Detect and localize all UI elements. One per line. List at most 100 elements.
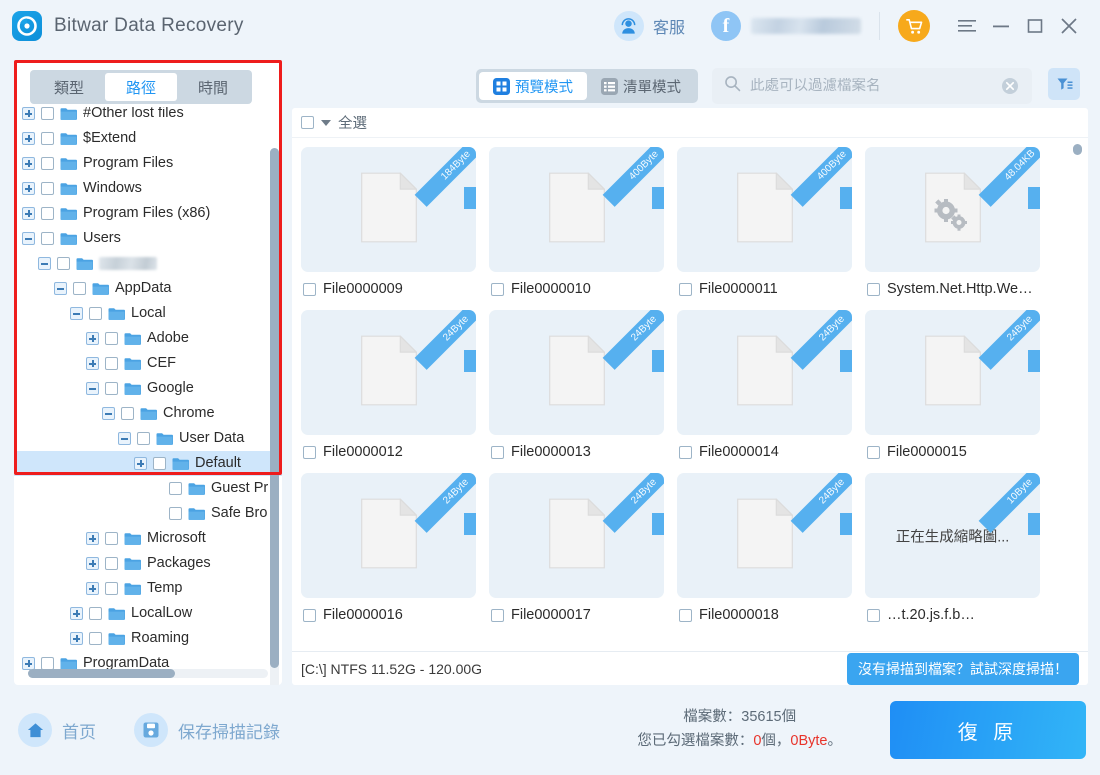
file-checkbox[interactable] <box>303 445 316 459</box>
tree-row-checkbox[interactable] <box>105 332 118 345</box>
tree-row-checkbox[interactable] <box>105 557 118 570</box>
file-thumbnail-card[interactable]: 400Byte <box>489 147 664 272</box>
preview-mode-button[interactable]: 預覽模式 <box>479 72 587 100</box>
customer-support-button[interactable]: 客服 <box>613 11 685 41</box>
facebook-account-button[interactable]: f <box>711 11 861 41</box>
tree-row[interactable]: Safe Bro <box>14 501 282 526</box>
tree-row-checkbox[interactable] <box>89 632 102 645</box>
tree-row[interactable]: Microsoft <box>14 526 282 551</box>
file-checkbox[interactable] <box>491 282 504 296</box>
clear-circle-icon[interactable] <box>1000 76 1020 96</box>
list-mode-button[interactable]: 清單模式 <box>587 72 695 100</box>
expand-plus-icon[interactable] <box>70 607 83 620</box>
expand-plus-icon[interactable] <box>22 107 35 120</box>
file-thumbnail-card[interactable]: 24Byte <box>865 310 1040 435</box>
expand-plus-icon[interactable] <box>86 357 99 370</box>
shopping-cart-icon[interactable] <box>898 10 930 42</box>
tree-row[interactable]: Program Files <box>14 151 282 176</box>
select-all-checkbox[interactable] <box>301 116 314 129</box>
file-thumbnail-card[interactable]: 24Byte <box>489 473 664 598</box>
tree-row[interactable]: Windows <box>14 176 282 201</box>
tree-row[interactable]: AppData <box>14 276 282 301</box>
tree-row-checkbox[interactable] <box>105 532 118 545</box>
tree-row-checkbox[interactable] <box>153 457 166 470</box>
file-thumbnail-card[interactable]: 24Byte <box>489 310 664 435</box>
file-checkbox[interactable] <box>679 445 692 459</box>
tree-row[interactable]: Local <box>14 301 282 326</box>
file-thumbnail-card[interactable]: 24Byte <box>301 473 476 598</box>
file-grid-scroll-area[interactable]: 184Byte File0000009 400Byte File0000010 400B… <box>292 139 1088 651</box>
tab-time[interactable]: 時間 <box>177 73 249 101</box>
tree-row[interactable]: Packages <box>14 551 282 576</box>
expand-plus-icon[interactable] <box>22 207 35 220</box>
folder-tree[interactable]: #Other lost files $Extend Program Files Win… <box>14 107 282 675</box>
tree-row[interactable]: Program Files (x86) <box>14 201 282 226</box>
search-input[interactable] <box>750 78 1000 94</box>
maximize-icon[interactable] <box>1018 10 1052 42</box>
tree-row-checkbox[interactable] <box>73 282 86 295</box>
collapse-minus-icon[interactable] <box>118 432 131 445</box>
tree-row[interactable]: Default <box>14 451 282 476</box>
sidebar-vertical-scrollbar[interactable] <box>270 148 279 685</box>
minimize-icon[interactable] <box>984 10 1018 42</box>
file-grid-scrollbar[interactable] <box>1073 144 1082 644</box>
expand-plus-icon[interactable] <box>22 157 35 170</box>
tree-row[interactable] <box>14 251 282 276</box>
tree-row-checkbox[interactable] <box>105 382 118 395</box>
expand-plus-icon[interactable] <box>134 457 147 470</box>
tree-row[interactable]: LocalLow <box>14 601 282 626</box>
file-checkbox[interactable] <box>303 282 316 296</box>
tree-row-checkbox[interactable] <box>105 357 118 370</box>
tree-row[interactable]: Google <box>14 376 282 401</box>
collapse-minus-icon[interactable] <box>86 382 99 395</box>
tree-row[interactable]: Chrome <box>14 401 282 426</box>
tree-row[interactable]: Temp <box>14 576 282 601</box>
collapse-minus-icon[interactable] <box>22 232 35 245</box>
tree-row[interactable]: Roaming <box>14 626 282 651</box>
file-checkbox[interactable] <box>867 608 880 622</box>
tree-row[interactable]: #Other lost files <box>14 107 282 126</box>
tree-row[interactable]: CEF <box>14 351 282 376</box>
tree-row-checkbox[interactable] <box>89 307 102 320</box>
tab-path[interactable]: 路徑 <box>105 73 177 101</box>
expand-plus-icon[interactable] <box>86 532 99 545</box>
file-thumbnail-card[interactable]: 184Byte <box>301 147 476 272</box>
file-thumbnail-card[interactable]: 正在生成縮略圖... 10Byte <box>865 473 1040 598</box>
tree-row-checkbox[interactable] <box>169 507 182 520</box>
tree-row[interactable]: $Extend <box>14 126 282 151</box>
tree-row-checkbox[interactable] <box>89 607 102 620</box>
tree-row-checkbox[interactable] <box>169 482 182 495</box>
tree-row-checkbox[interactable] <box>137 432 150 445</box>
file-checkbox[interactable] <box>303 608 316 622</box>
expand-plus-icon[interactable] <box>70 632 83 645</box>
file-checkbox[interactable] <box>679 608 692 622</box>
tree-row-checkbox[interactable] <box>41 182 54 195</box>
scrollbar-thumb[interactable] <box>270 148 279 668</box>
scrollbar-thumb[interactable] <box>28 669 175 678</box>
file-thumbnail-card[interactable]: 24Byte <box>677 310 852 435</box>
sidebar-horizontal-scrollbar[interactable] <box>28 669 268 678</box>
expand-plus-icon[interactable] <box>22 182 35 195</box>
expand-plus-icon[interactable] <box>22 132 35 145</box>
tree-row-checkbox[interactable] <box>105 582 118 595</box>
tree-row[interactable]: Adobe <box>14 326 282 351</box>
tree-row-checkbox[interactable] <box>41 232 54 245</box>
scrollbar-thumb[interactable] <box>1073 144 1082 155</box>
home-button[interactable]: 首页 <box>18 713 96 747</box>
expand-plus-icon[interactable] <box>86 557 99 570</box>
file-checkbox[interactable] <box>491 445 504 459</box>
file-checkbox[interactable] <box>679 282 692 296</box>
file-thumbnail-card[interactable]: 24Byte <box>677 473 852 598</box>
file-thumbnail-card[interactable]: 48.04KB <box>865 147 1040 272</box>
tree-row-checkbox[interactable] <box>41 107 54 120</box>
tree-row-checkbox[interactable] <box>121 407 134 420</box>
tree-row-checkbox[interactable] <box>41 207 54 220</box>
chevron-down-icon[interactable] <box>321 119 331 126</box>
collapse-minus-icon[interactable] <box>102 407 115 420</box>
file-thumbnail-card[interactable]: 24Byte <box>301 310 476 435</box>
tab-type[interactable]: 類型 <box>33 73 105 101</box>
file-checkbox[interactable] <box>867 282 880 296</box>
tree-row[interactable]: User Data <box>14 426 282 451</box>
deep-scan-button[interactable]: 沒有掃描到檔案？試試深度掃描！ <box>847 652 1079 685</box>
funnel-filter-icon[interactable] <box>1048 68 1080 100</box>
